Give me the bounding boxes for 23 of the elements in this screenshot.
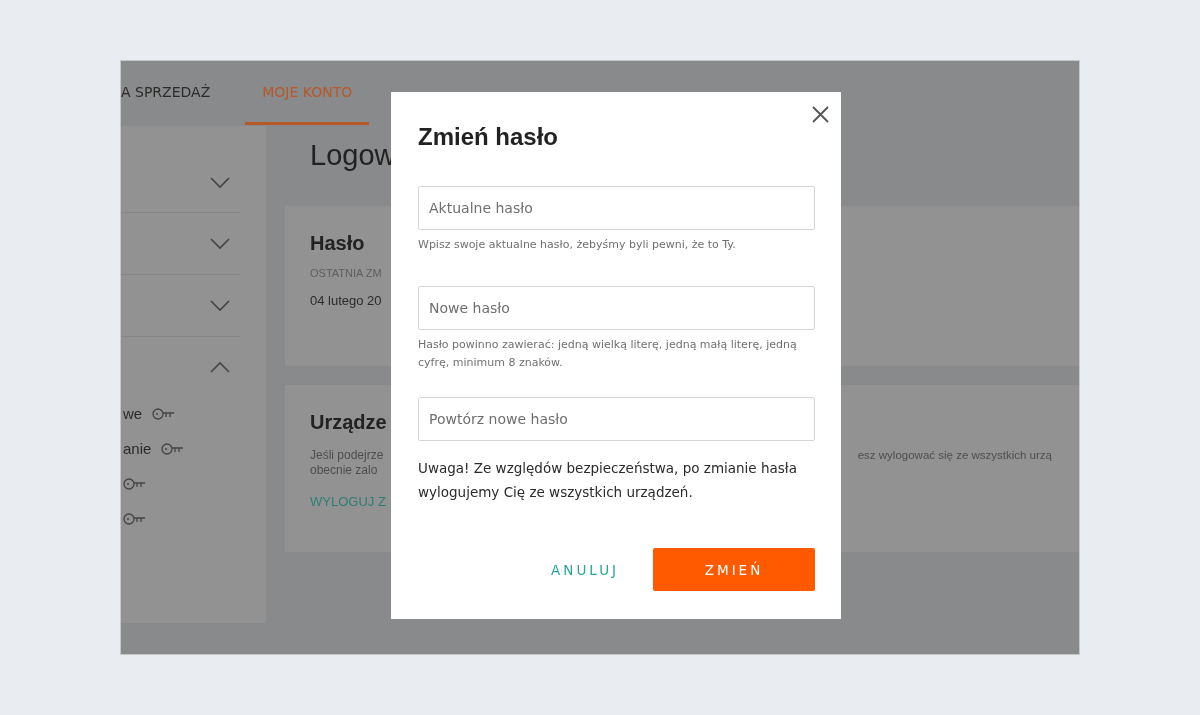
password-field[interactable]: Aktualne hasło — [418, 186, 815, 230]
password-field[interactable]: Powtórz nowe hasło — [418, 397, 815, 441]
description-text: Jeśli podejrze — [310, 448, 385, 463]
card-title: Urządze — [310, 411, 387, 434]
change-button[interactable]: ZMIEŃ — [653, 548, 815, 591]
description-text: obecnie zalo — [310, 463, 379, 478]
nav-tab[interactable]: A SPRZEDAŻ — [121, 61, 228, 125]
menu-item-label[interactable]: anie — [123, 440, 152, 457]
warning-text: Uwaga! Ze względów bezpieczeństwa, po zmianie hasła wylogujemy Cię ze wszystkich urządzeń. — [418, 459, 798, 502]
hint-text: Wpisz swoje aktualne hasło, żebyśmy byli pewni, że to Ty. — [418, 237, 737, 253]
close-icon[interactable] — [812, 106, 829, 123]
date-text: 04 lutego 20 — [310, 293, 382, 308]
menu-item-label[interactable]: we — [123, 405, 143, 422]
key-icon — [123, 512, 146, 525]
key-icon — [161, 442, 185, 455]
cancel-button[interactable]: ANULUJ — [545, 551, 625, 588]
key-icon — [152, 407, 176, 420]
card-title: Hasło — [310, 232, 365, 255]
dialog-title: Zmień hasło — [418, 123, 559, 151]
hint-text: Hasło powinno zawierać: jedną wielką literę, jedną małą literę, jedną cyfrę, minimum 8 znaków. — [418, 337, 798, 371]
password-field[interactable]: Nowe hasło — [418, 286, 815, 330]
description-text: esz wylogować się ze wszystkich urzą — [857, 448, 1053, 463]
key-icon — [123, 477, 146, 490]
